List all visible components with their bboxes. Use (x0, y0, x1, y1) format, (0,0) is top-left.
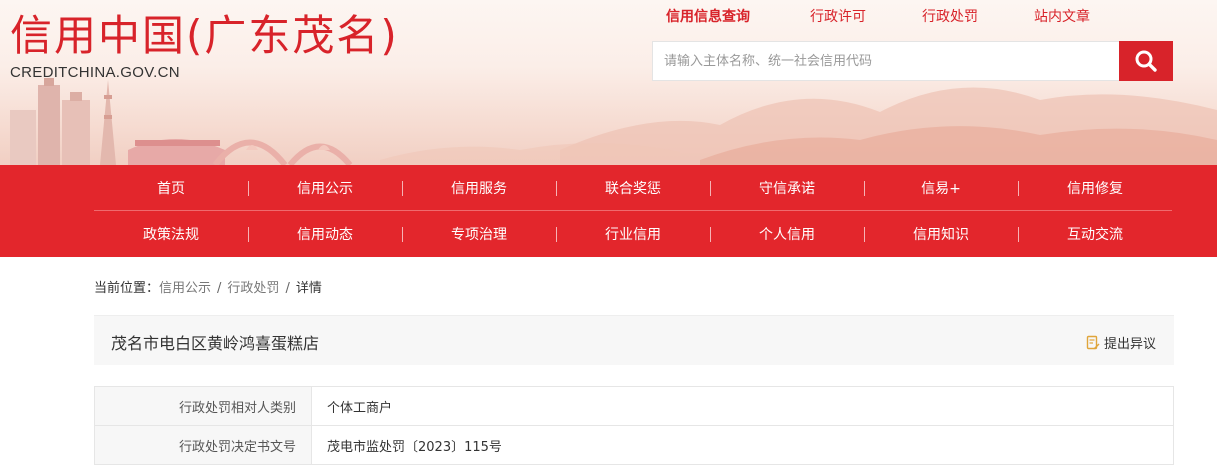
penalty-detail-table: 行政处罚相对人类别 个体工商户 行政处罚决定书文号 茂电市监处罚〔2023〕11… (94, 386, 1174, 465)
search-button[interactable] (1119, 41, 1173, 81)
breadcrumb: 当前位置：信用公示 / 行政处罚 / 详情 (94, 277, 322, 296)
nav-item-special-governance[interactable]: 专项治理 (402, 211, 556, 257)
nav-item-credit-knowledge[interactable]: 信用知识 (864, 211, 1018, 257)
nav-item-policies[interactable]: 政策法规 (94, 211, 248, 257)
main-nav: 首页 信用公示 信用服务 联合奖惩 守信承诺 信易+ 信用修复 政策法规 信用动… (0, 165, 1217, 257)
entity-name: 茂名市电白区黄岭鸿喜蛋糕店 (111, 334, 320, 353)
table-row: 行政处罚相对人类别 个体工商户 (94, 386, 1174, 426)
breadcrumb-separator: / (217, 281, 222, 296)
site-logo-title[interactable]: 信用中国(广东茂名) (10, 10, 399, 62)
raise-objection-button[interactable]: 提出异议 (1086, 333, 1156, 352)
header-banner: 信用中国(广东茂名) CREDITCHINA.GOV.CN 信用信息查询 行政许… (0, 0, 1217, 165)
nav-item-industry-credit[interactable]: 行业信用 (556, 211, 710, 257)
main-nav-row-1: 首页 信用公示 信用服务 联合奖惩 守信承诺 信易+ 信用修复 (94, 165, 1172, 211)
nav-item-xinyi-plus[interactable]: 信易+ (864, 165, 1018, 210)
tab-admin-penalty[interactable]: 行政处罚 (922, 6, 978, 26)
detail-label: 行政处罚决定书文号 (94, 425, 312, 465)
tab-site-articles[interactable]: 站内文章 (1034, 6, 1090, 26)
table-row: 行政处罚决定书文号 茂电市监处罚〔2023〕115号 (94, 425, 1174, 465)
tab-credit-query[interactable]: 信用信息查询 (666, 6, 750, 26)
breadcrumb-credit-publicity[interactable]: 信用公示 (159, 281, 211, 296)
nav-item-credit-service[interactable]: 信用服务 (402, 165, 556, 210)
detail-label: 行政处罚相对人类别 (94, 386, 312, 426)
nav-item-credit-publicity[interactable]: 信用公示 (248, 165, 402, 210)
detail-value: 茂电市监处罚〔2023〕115号 (311, 425, 1174, 465)
nav-item-personal-credit[interactable]: 个人信用 (710, 211, 864, 257)
breadcrumb-current: 详情 (295, 281, 322, 296)
raise-objection-label: 提出异议 (1103, 337, 1156, 352)
search-icon (1135, 50, 1157, 72)
tab-admin-license[interactable]: 行政许可 (810, 6, 866, 26)
nav-item-credit-repair[interactable]: 信用修复 (1018, 165, 1172, 210)
nav-item-interaction[interactable]: 互动交流 (1018, 211, 1172, 257)
nav-item-credit-news[interactable]: 信用动态 (248, 211, 402, 257)
entity-title-card: 茂名市电白区黄岭鸿喜蛋糕店 提出异议 (94, 315, 1174, 365)
detail-value: 个体工商户 (311, 386, 1174, 426)
main-nav-row-2: 政策法规 信用动态 专项治理 行业信用 个人信用 信用知识 互动交流 (94, 211, 1172, 257)
site-domain: CREDITCHINA.GOV.CN (10, 64, 180, 81)
search-bar (652, 41, 1173, 81)
breadcrumb-admin-penalty[interactable]: 行政处罚 (227, 281, 279, 296)
search-input[interactable] (653, 42, 1119, 80)
nav-item-home[interactable]: 首页 (94, 165, 248, 210)
breadcrumb-separator: / (285, 281, 290, 296)
objection-doc-icon (1086, 335, 1100, 350)
nav-item-trust-pledge[interactable]: 守信承诺 (710, 165, 864, 210)
breadcrumb-prefix: 当前位置： (94, 281, 160, 296)
nav-item-joint-rewards[interactable]: 联合奖惩 (556, 165, 710, 210)
